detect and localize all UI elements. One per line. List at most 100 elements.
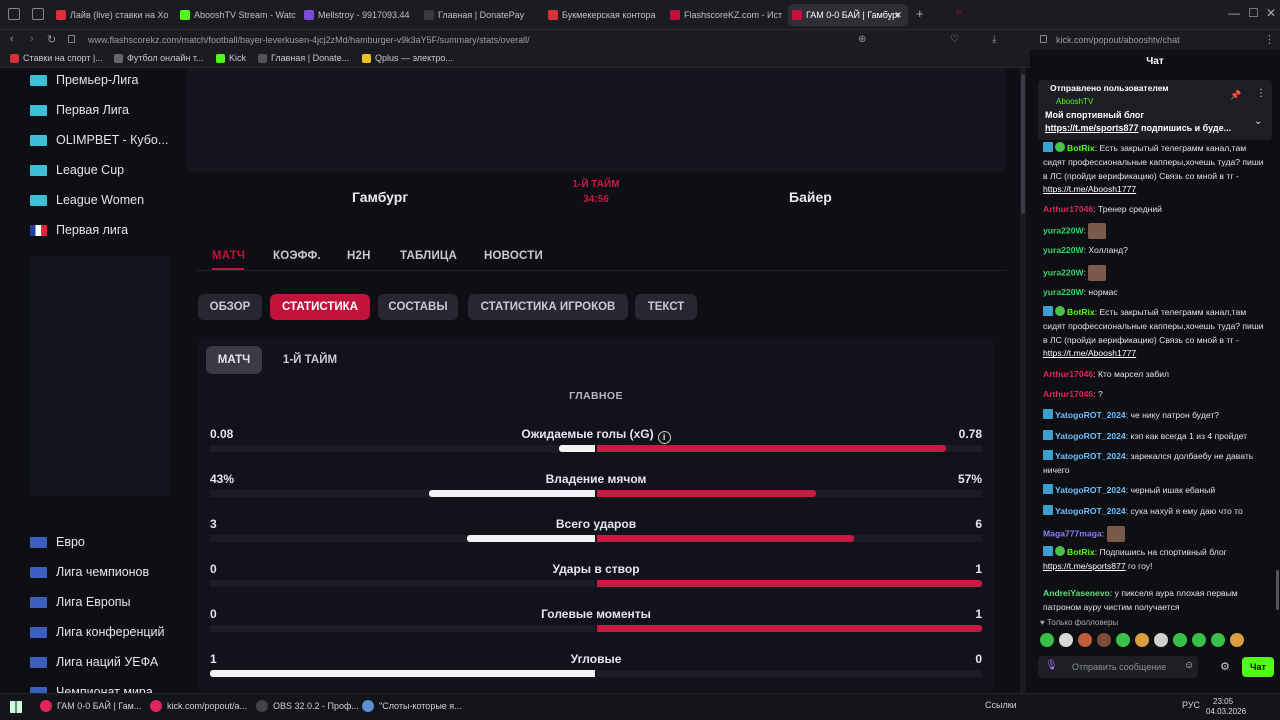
- emote-icon[interactable]: [1116, 633, 1130, 647]
- emote-icon[interactable]: [1040, 633, 1054, 647]
- sidebar-league-item[interactable]: Евро: [30, 535, 85, 549]
- sidebar-league-item[interactable]: Первая лига: [30, 223, 128, 237]
- emote-icon[interactable]: [1192, 633, 1206, 647]
- new-tab-button[interactable]: +: [916, 6, 924, 21]
- chat-username[interactable]: BotRix: [1067, 307, 1095, 317]
- chevron-down-icon[interactable]: ⌄: [1254, 116, 1262, 127]
- tab-2[interactable]: Mellstroy - 9917093.44: [300, 4, 416, 26]
- home-team-name[interactable]: Гамбург: [352, 189, 408, 205]
- subtab-4[interactable]: ТЕКСТ: [635, 294, 697, 320]
- nav-tab-2[interactable]: H2H: [347, 250, 371, 262]
- nav-tab-4[interactable]: НОВОСТИ: [484, 250, 543, 262]
- pinned-menu-icon[interactable]: ⋮: [1256, 88, 1266, 99]
- emote-icon[interactable]: [1173, 633, 1187, 647]
- search-tabs-icon[interactable]: ⌕: [956, 6, 962, 19]
- sidebar-league-item[interactable]: Первая Лига: [30, 103, 129, 117]
- chat-address-url[interactable]: kick.com/popout/abooshtv/chat: [1056, 35, 1180, 45]
- tab-6[interactable]: ГАМ 0-0 БАЙ | Гамбург ✕: [788, 4, 908, 26]
- info-icon[interactable]: i: [657, 431, 671, 444]
- download-icon[interactable]: ⤓: [992, 34, 996, 45]
- chat-username[interactable]: YatogoROT_2024: [1055, 431, 1126, 441]
- nav-tab-1[interactable]: КОЭФФ.: [273, 250, 321, 262]
- sidebar-league-item[interactable]: Лига чемпионов: [30, 565, 149, 579]
- period-tab-0[interactable]: МАТЧ: [206, 346, 262, 374]
- chat-input-box[interactable]: 🎙 Отправить сообщение ☺: [1038, 656, 1198, 678]
- close-tab-icon[interactable]: ✕: [894, 10, 902, 21]
- chat-username[interactable]: yura220W: [1043, 245, 1084, 255]
- subtab-2[interactable]: СОСТАВЫ: [378, 294, 458, 320]
- pinned-link[interactable]: https://t.me/sports877: [1045, 123, 1139, 133]
- emote-icon[interactable]: [1211, 633, 1225, 647]
- address-url[interactable]: www.flashscorekz.com/match/football/baye…: [88, 35, 530, 45]
- chat-username[interactable]: AndreiYasenevo: [1043, 588, 1110, 598]
- language-indicator[interactable]: РУС: [1182, 700, 1200, 710]
- tab-5[interactable]: FlashscoreKZ.com - Ист: [666, 4, 784, 26]
- subtab-0[interactable]: ОБЗОР: [198, 294, 262, 320]
- chat-username[interactable]: Arthur17046: [1043, 369, 1093, 379]
- tab-list-icon[interactable]: [32, 8, 44, 20]
- chat-link[interactable]: https://t.me/Aboosh1777: [1043, 184, 1136, 194]
- nav-tab-3[interactable]: ТАБЛИЦА: [400, 250, 457, 262]
- chat-link[interactable]: https://t.me/Aboosh1777: [1043, 348, 1136, 358]
- period-tab-1[interactable]: 1-Й ТАЙМ: [272, 346, 348, 374]
- emote-icon[interactable]: [1230, 633, 1244, 647]
- menu-icon[interactable]: ⋮: [1264, 33, 1275, 46]
- microphone-icon[interactable]: 🎙: [1045, 660, 1058, 671]
- chat-send-button[interactable]: Чат: [1242, 657, 1274, 677]
- emote-icon[interactable]: [1135, 633, 1149, 647]
- taskbar-app-item[interactable]: kick.com/popout/a...: [150, 700, 247, 712]
- chat-username[interactable]: YatogoROT_2024: [1055, 506, 1126, 516]
- chat-username[interactable]: Arthur17046: [1043, 389, 1093, 399]
- sidebar-league-item[interactable]: OLIMPBET - Кубо...: [30, 133, 168, 147]
- tab-0[interactable]: Лайв (live) ставки на Хо: [52, 4, 172, 26]
- taskbar-app-item[interactable]: "Слоты-которые я...: [362, 700, 462, 712]
- chat-username[interactable]: Maga777maga: [1043, 528, 1102, 538]
- maximize-window-button[interactable]: ☐: [1248, 6, 1259, 20]
- forward-icon[interactable]: ›: [30, 33, 34, 45]
- chat-username[interactable]: YatogoROT_2024: [1055, 485, 1126, 495]
- bookmark-item[interactable]: Qplus — электро...: [362, 53, 453, 63]
- emote-icon[interactable]: [1059, 633, 1073, 647]
- reload-icon[interactable]: ↻: [47, 33, 56, 46]
- sidebar-league-item[interactable]: Премьер-Лига: [30, 73, 138, 87]
- bookmark-item[interactable]: Kick: [216, 53, 246, 63]
- bookmark-item[interactable]: Ставки на спорт |...: [10, 53, 103, 63]
- chat-username[interactable]: yura220W: [1043, 287, 1084, 297]
- chat-settings-gear-icon[interactable]: ⚙: [1220, 660, 1230, 673]
- away-team-name[interactable]: Байер: [789, 189, 832, 205]
- chat-username[interactable]: BotRix: [1067, 547, 1095, 557]
- pinned-message[interactable]: Отправлено пользователем 📌 ⋮ AbooshTV Мо…: [1038, 80, 1272, 140]
- emoji-icon[interactable]: ☺: [1184, 660, 1194, 671]
- chat-scrollbar-thumb[interactable]: [1276, 570, 1279, 610]
- minimize-window-button[interactable]: —: [1228, 6, 1240, 20]
- nav-tab-0[interactable]: МАТЧ: [212, 250, 245, 262]
- clock-time[interactable]: 23:05: [1213, 697, 1233, 706]
- sidebar-league-item[interactable]: League Women: [30, 193, 144, 207]
- sidebar-league-item[interactable]: League Cup: [30, 163, 124, 177]
- clock-date[interactable]: 04.03.2026: [1206, 707, 1246, 716]
- chat-username[interactable]: yura220W: [1043, 225, 1084, 235]
- emote-icon[interactable]: [1154, 633, 1168, 647]
- browser-menu-icon[interactable]: [8, 8, 20, 20]
- close-window-button[interactable]: ✕: [1266, 6, 1276, 20]
- page-scrollbar-thumb[interactable]: [1021, 74, 1025, 214]
- pinned-user[interactable]: AbooshTV: [1056, 97, 1093, 106]
- taskbar-app-item[interactable]: ГАМ 0-0 БАЙ | Гам...: [40, 700, 141, 712]
- chat-link[interactable]: https://t.me/sports877: [1043, 561, 1126, 571]
- chat-username[interactable]: YatogoROT_2024: [1055, 410, 1126, 420]
- bookmark-item[interactable]: Главная | Donate...: [258, 53, 349, 63]
- subtab-3[interactable]: СТАТИСТИКА ИГРОКОВ: [468, 294, 628, 320]
- emote-icon[interactable]: [1078, 633, 1092, 647]
- sidebar-league-item[interactable]: Лига наций УЕФА: [30, 655, 158, 669]
- sidebar-league-item[interactable]: Лига конференций: [30, 625, 165, 639]
- bookmark-icon[interactable]: ♡: [950, 34, 959, 45]
- zoom-icon[interactable]: ⊕: [858, 34, 866, 45]
- chat-username[interactable]: YatogoROT_2024: [1055, 451, 1126, 461]
- sidebar-league-item[interactable]: Лига Европы: [30, 595, 131, 609]
- tab-4[interactable]: Букмекерская контора: [544, 4, 662, 26]
- subtab-1[interactable]: СТАТИСТИКА: [270, 294, 370, 320]
- links-label[interactable]: Ссылки: [985, 700, 1017, 710]
- emote-icon[interactable]: [1097, 633, 1111, 647]
- bookmark-item[interactable]: Футбол онлайн т...: [114, 53, 204, 63]
- chat-input[interactable]: Отправить сообщение: [1072, 662, 1166, 672]
